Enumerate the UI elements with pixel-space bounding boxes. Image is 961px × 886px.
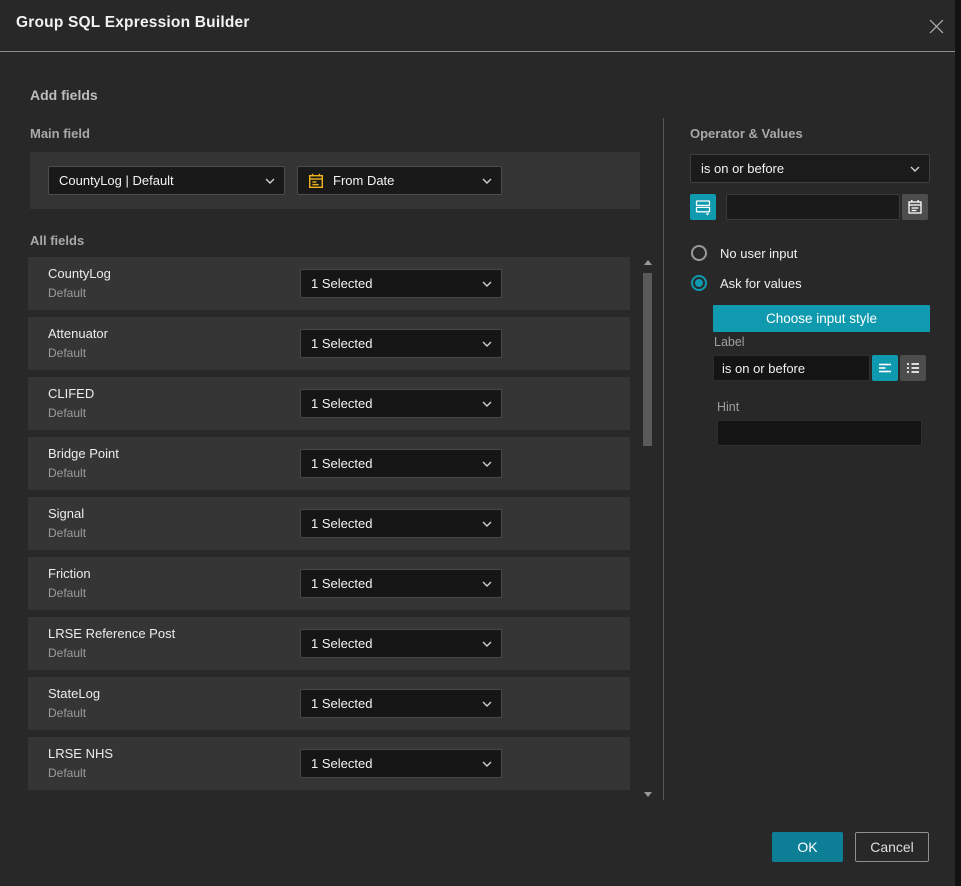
layer-dropdown-value: CountyLog | Default — [59, 173, 174, 188]
field-subtitle: Default — [48, 706, 86, 720]
selection-value: 1 Selected — [311, 636, 372, 651]
field-subtitle: Default — [48, 526, 86, 540]
field-selection-dropdown[interactable]: 1 Selected — [300, 269, 502, 298]
chevron-down-icon — [482, 761, 492, 767]
date-dropdown-value: From Date — [333, 173, 394, 188]
main-field-panel: CountyLog | Default From Date — [30, 152, 640, 209]
chevron-down-icon — [482, 401, 492, 407]
label-field-label: Label — [714, 335, 745, 349]
selection-value: 1 Selected — [311, 516, 372, 531]
field-name: LRSE Reference Post — [48, 626, 175, 641]
chevron-down-icon — [482, 341, 492, 347]
field-row-attenuator: Attenuator Default 1 Selected — [28, 317, 630, 370]
chevron-down-icon — [482, 178, 492, 184]
field-selection-dropdown[interactable]: 1 Selected — [300, 689, 502, 718]
main-field-label: Main field — [30, 126, 90, 141]
selection-value: 1 Selected — [311, 696, 372, 711]
field-name: StateLog — [48, 686, 100, 701]
field-row-lrse-reference-post: LRSE Reference Post Default 1 Selected — [28, 617, 630, 670]
field-subtitle: Default — [48, 286, 86, 300]
chevron-down-icon — [910, 166, 920, 172]
scrollbar-thumb[interactable] — [643, 273, 652, 446]
field-name: Bridge Point — [48, 446, 119, 461]
date-value-input[interactable] — [726, 194, 900, 220]
field-name: Signal — [48, 506, 84, 521]
field-selection-dropdown[interactable]: 1 Selected — [300, 449, 502, 478]
operator-dropdown[interactable]: is on or before — [690, 154, 930, 183]
chevron-down-icon — [482, 461, 492, 467]
all-fields-label: All fields — [30, 233, 84, 248]
background-app-strip — [955, 0, 961, 886]
chevron-down-icon — [482, 281, 492, 287]
field-selection-dropdown[interactable]: 1 Selected — [300, 569, 502, 598]
selection-value: 1 Selected — [311, 576, 372, 591]
operator-dropdown-value: is on or before — [701, 161, 784, 176]
main-field-layer-dropdown[interactable]: CountyLog | Default — [48, 166, 285, 195]
field-selection-dropdown[interactable]: 1 Selected — [300, 509, 502, 538]
field-row-lrse-nhs: LRSE NHS Default 1 Selected — [28, 737, 630, 790]
chevron-down-icon — [265, 178, 275, 184]
chevron-down-icon — [482, 641, 492, 647]
selection-value: 1 Selected — [311, 336, 372, 351]
dialog-title: Group SQL Expression Builder — [16, 14, 250, 32]
calendar-picker-icon[interactable] — [902, 194, 928, 220]
calendar-icon — [308, 173, 324, 189]
field-selection-dropdown[interactable]: 1 Selected — [300, 749, 502, 778]
main-field-date-dropdown[interactable]: From Date — [297, 166, 502, 195]
title-divider — [0, 51, 955, 52]
field-selection-dropdown[interactable]: 1 Selected — [300, 629, 502, 658]
unique-values-icon[interactable] — [690, 194, 716, 220]
operator-values-heading: Operator & Values — [690, 126, 803, 141]
chevron-down-icon — [482, 701, 492, 707]
close-icon[interactable] — [925, 15, 947, 37]
single-line-style-icon[interactable] — [872, 355, 898, 381]
selection-value: 1 Selected — [311, 456, 372, 471]
radio-circle-icon — [691, 275, 707, 291]
field-selection-dropdown[interactable]: 1 Selected — [300, 389, 502, 418]
radio-no-user-input[interactable]: No user input — [691, 245, 797, 261]
field-subtitle: Default — [48, 646, 86, 660]
field-name: CLIFED — [48, 386, 94, 401]
selection-value: 1 Selected — [311, 396, 372, 411]
selection-value: 1 Selected — [311, 276, 372, 291]
field-name: Friction — [48, 566, 91, 581]
group-sql-expression-builder-dialog: Group SQL Expression Builder Add fields … — [0, 0, 961, 886]
chevron-down-icon — [482, 581, 492, 587]
field-subtitle: Default — [48, 766, 86, 780]
label-input[interactable] — [713, 355, 870, 381]
hint-field-label: Hint — [717, 400, 739, 414]
field-subtitle: Default — [48, 406, 86, 420]
field-name: LRSE NHS — [48, 746, 113, 761]
scrollbar-up-arrow-icon[interactable] — [644, 260, 652, 265]
ok-button[interactable]: OK — [772, 832, 843, 862]
choose-input-style-button[interactable]: Choose input style — [713, 305, 930, 332]
cancel-button[interactable]: Cancel — [855, 832, 929, 862]
field-selection-dropdown[interactable]: 1 Selected — [300, 329, 502, 358]
selection-value: 1 Selected — [311, 756, 372, 771]
field-subtitle: Default — [48, 346, 86, 360]
add-fields-heading: Add fields — [30, 87, 98, 103]
field-row-countylog: CountyLog Default 1 Selected — [28, 257, 630, 310]
hint-input[interactable] — [717, 420, 922, 446]
list-style-icon[interactable] — [900, 355, 926, 381]
chevron-down-icon — [482, 521, 492, 527]
field-row-clifed: CLIFED Default 1 Selected — [28, 377, 630, 430]
radio-ask-for-values[interactable]: Ask for values — [691, 275, 802, 291]
field-name: Attenuator — [48, 326, 108, 341]
scrollbar-down-arrow-icon[interactable] — [644, 792, 652, 797]
radio-label: Ask for values — [720, 276, 802, 291]
radio-label: No user input — [720, 246, 797, 261]
field-row-statelog: StateLog Default 1 Selected — [28, 677, 630, 730]
field-subtitle: Default — [48, 466, 86, 480]
field-row-bridge-point: Bridge Point Default 1 Selected — [28, 437, 630, 490]
vertical-divider — [663, 118, 664, 800]
field-subtitle: Default — [48, 586, 86, 600]
field-row-friction: Friction Default 1 Selected — [28, 557, 630, 610]
field-name: CountyLog — [48, 266, 111, 281]
radio-circle-icon — [691, 245, 707, 261]
field-row-signal: Signal Default 1 Selected — [28, 497, 630, 550]
